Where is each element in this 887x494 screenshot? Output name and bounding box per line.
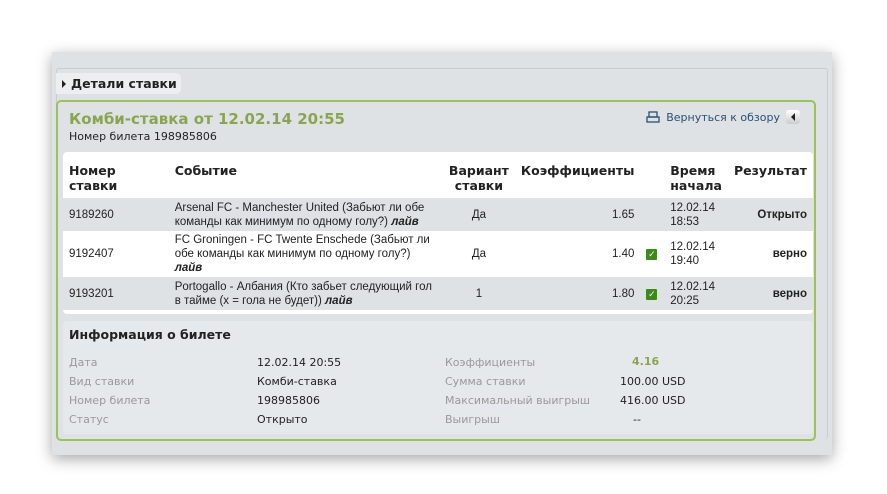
ticket-info-title: Информация о билете [69,327,231,342]
bet-details-window: Детали ставки Комби-ставка от 12.02.14 2… [52,52,832,455]
back-arrow-icon[interactable] [786,110,800,124]
variant: Да [471,248,487,260]
date-value: 12.02.14 20:55 [257,356,342,369]
printer-icon[interactable] [646,111,660,123]
result: верно [772,248,807,260]
tab-label: Детали ставки [71,76,177,91]
table-row: 9189260 Arsenal FC - Manchester United (… [63,198,813,231]
col-variant: Вариант ставки [448,163,509,193]
stake-label: Сумма ставки [445,375,526,388]
status-value: Открыто [257,413,308,426]
bet-id: 9192407 [69,248,114,260]
start-time: 12.02.14 19:40 [670,241,716,267]
start-time: 12.02.14 20:25 [664,277,728,310]
result: Открыто [727,198,813,231]
col-check [640,152,664,198]
table-row: 9193201 Portogallo - Албания (Кто забьет… [63,277,813,310]
odds: 1.65 [514,198,641,231]
triangle-right-icon [62,80,66,88]
page-title: Комби-ставка от 12.02.14 20:55 [69,110,345,128]
back-label[interactable]: Вернуться к обзору [666,111,780,124]
check-cell: ✓ [640,277,665,310]
ticket-number: Номер билета 198985806 [69,130,217,143]
bet-panel: Комби-ставка от 12.02.14 20:55 Номер бил… [56,100,816,441]
start-time: 12.02.14 18:53 [664,198,728,231]
live-tag: лайв [174,262,203,274]
col-bet-number: Номер ставки [69,163,118,193]
event: FC Groningen - FC Twente Enschede (Забью… [174,234,430,274]
date-label: Дата [69,356,98,369]
bet-type-value: Комби-ставка [257,375,337,388]
check-cell [640,198,665,231]
result: верно [727,277,813,310]
col-odds: Коэффициенты [520,163,635,178]
win-value: -- [633,413,641,426]
live-tag: лайв [325,294,353,307]
ticket-number-value: 198985806 [257,394,320,407]
stake-value: 100.00 USD [620,375,686,388]
bet-details-tab[interactable]: Детали ставки [56,73,181,94]
check-icon: ✓ [646,249,658,260]
col-event: Событие [174,163,237,178]
variant: Да [442,198,515,231]
ticket-info: Информация о билете Дата 12.02.14 20:55 … [63,321,813,434]
max-win-value: 416.00 USD [620,394,686,407]
bet-id: 9193201 [63,277,169,310]
bet-id: 9189260 [63,198,169,231]
table-row: 9192407 FC Groningen - FC Twente Ensched… [63,231,813,277]
check-cell: ✓ [640,231,664,277]
event: Arsenal FC - Manchester United (Забьют л… [168,198,443,231]
odds: 1.80 [514,277,641,310]
bets-table: Номер ставки Событие Вариант ставки Коэф… [63,152,813,314]
variant: 1 [442,277,515,310]
ticket-number-label: Номер билета [69,394,151,407]
live-tag: лайв [391,215,419,228]
col-start-time: Время начала [670,163,722,193]
back-to-overview-link[interactable]: Вернуться к обзору [646,110,800,124]
check-icon: ✓ [646,288,658,300]
col-result: Результат [733,163,807,178]
odds-value: 4.16 [632,355,660,368]
win-label: Выигрыш [445,413,500,426]
status-label: Статус [69,413,109,426]
bet-type-label: Вид ставки [69,375,135,388]
event: Portogallo - Албания (Кто забьет следующ… [168,277,443,310]
max-win-label: Максимальный выигрыш [445,394,590,407]
odds: 1.40 [612,248,635,260]
odds-label: Коэффициенты [445,356,536,369]
